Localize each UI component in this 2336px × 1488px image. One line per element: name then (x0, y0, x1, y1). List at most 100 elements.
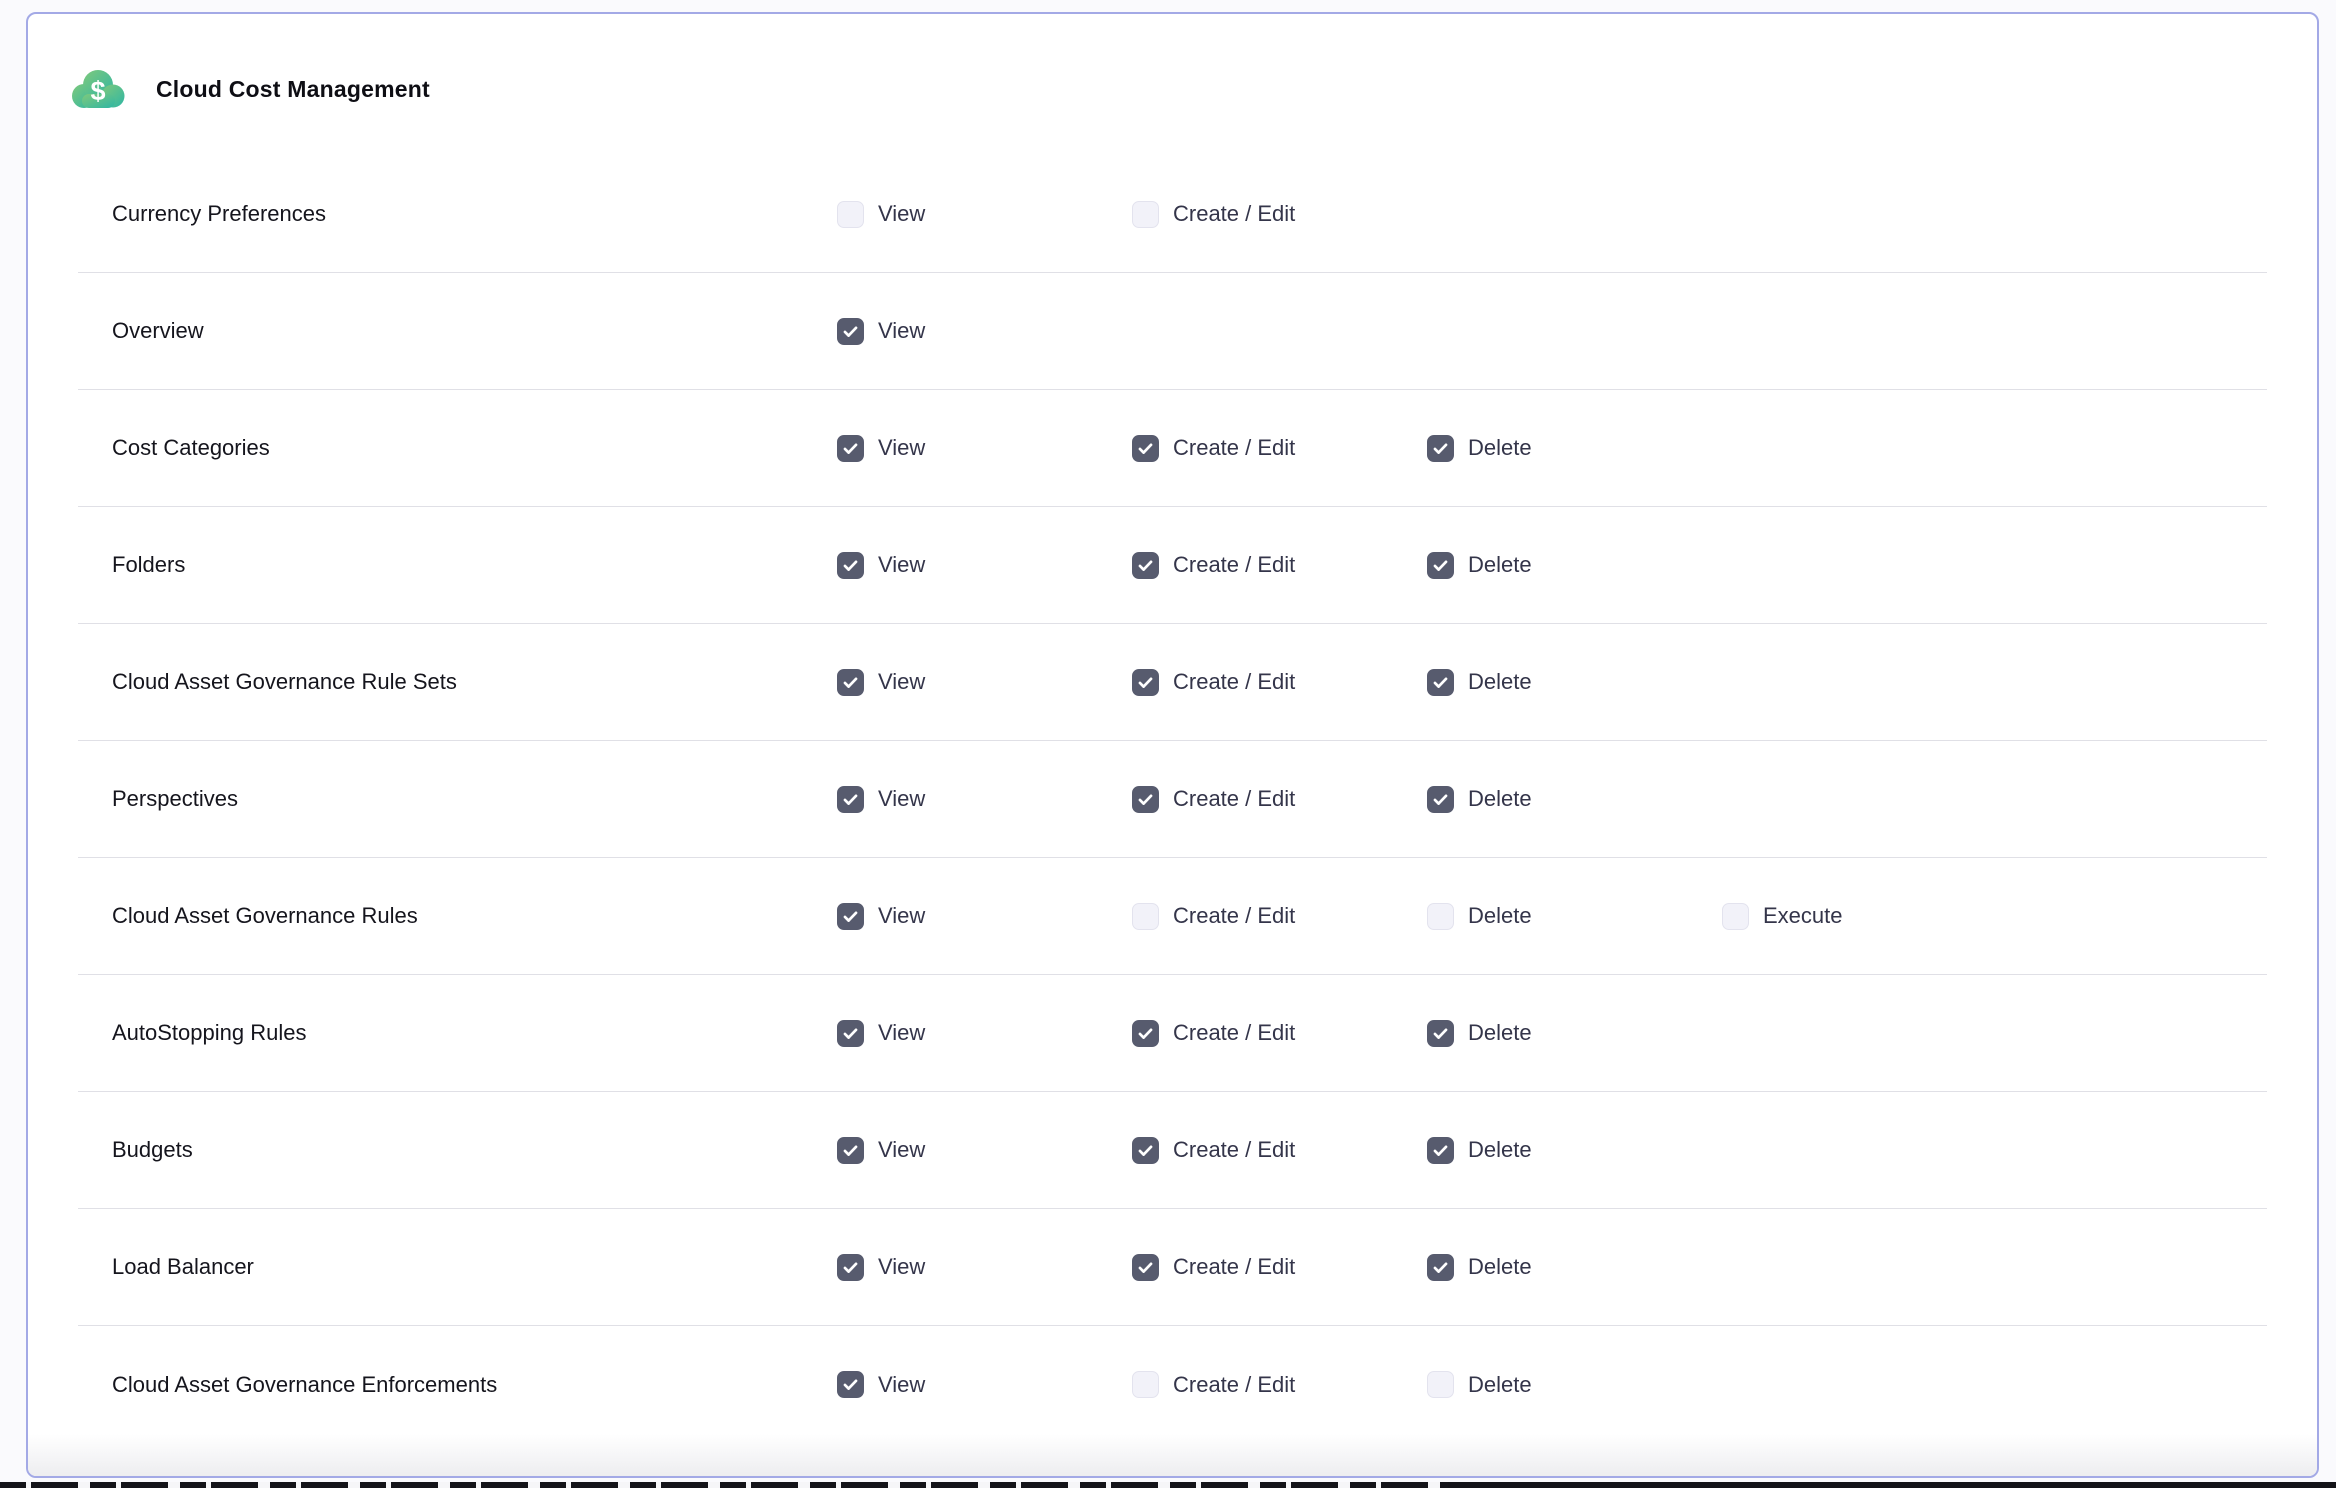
checkbox-unchecked-icon[interactable] (1427, 1371, 1454, 1398)
permission-row-folders: Folders View Create / Edit Delete (78, 507, 2267, 624)
permission-view[interactable]: View (837, 435, 1132, 462)
permission-view[interactable]: View (837, 201, 1132, 228)
permission-row-autostopping-rules: AutoStopping Rules View Create / Edit De… (78, 975, 2267, 1092)
permission-view[interactable]: View (837, 1254, 1132, 1281)
permission-create-edit[interactable]: Create / Edit (1132, 669, 1427, 696)
permission-view[interactable]: View (837, 786, 1132, 813)
checkbox-unchecked-icon[interactable] (837, 201, 864, 228)
permission-label: View (878, 1254, 925, 1280)
checkbox-unchecked-icon[interactable] (1132, 1371, 1159, 1398)
checkbox-checked-icon[interactable] (1132, 669, 1159, 696)
checkbox-checked-icon[interactable] (837, 318, 864, 345)
permission-create-edit[interactable]: Create / Edit (1132, 1137, 1427, 1164)
permission-label: Delete (1468, 1020, 1532, 1046)
checkbox-checked-icon[interactable] (837, 1254, 864, 1281)
permission-create-edit[interactable]: Create / Edit (1132, 903, 1427, 930)
resource-name: Cloud Asset Governance Rule Sets (78, 669, 837, 695)
permission-label: View (878, 786, 925, 812)
permission-row-overview: Overview View (78, 273, 2267, 390)
permission-view[interactable]: View (837, 1137, 1132, 1164)
resource-name: AutoStopping Rules (78, 1020, 837, 1046)
checkbox-unchecked-icon[interactable] (1427, 903, 1454, 930)
permission-create-edit[interactable]: Create / Edit (1132, 1254, 1427, 1281)
clipped-text-sliver (0, 1482, 2336, 1488)
permission-view[interactable]: View (837, 1020, 1132, 1047)
permission-execute[interactable]: Execute (1722, 903, 2017, 930)
checkbox-checked-icon[interactable] (837, 435, 864, 462)
checkbox-checked-icon[interactable] (837, 786, 864, 813)
checkbox-checked-icon[interactable] (1132, 552, 1159, 579)
permission-view[interactable]: View (837, 1371, 1132, 1398)
permission-view[interactable]: View (837, 903, 1132, 930)
permission-view[interactable]: View (837, 669, 1132, 696)
resource-name: Cost Categories (78, 435, 837, 461)
checkbox-checked-icon[interactable] (837, 903, 864, 930)
permission-label: Create / Edit (1173, 1372, 1295, 1398)
checkbox-checked-icon[interactable] (1132, 1254, 1159, 1281)
checkbox-checked-icon[interactable] (1132, 786, 1159, 813)
permission-row-perspectives: Perspectives View Create / Edit Delete (78, 741, 2267, 858)
permission-label: Create / Edit (1173, 1020, 1295, 1046)
permission-row-cloud-asset-governance-rule-sets: Cloud Asset Governance Rule Sets View Cr… (78, 624, 2267, 741)
permission-delete[interactable]: Delete (1427, 1254, 1722, 1281)
permission-view[interactable]: View (837, 318, 1132, 345)
resource-name: Currency Preferences (78, 201, 837, 227)
checkbox-checked-icon[interactable] (837, 669, 864, 696)
permission-label: Execute (1763, 903, 1843, 929)
permission-label: Create / Edit (1173, 786, 1295, 812)
permission-label: View (878, 1137, 925, 1163)
permission-delete[interactable]: Delete (1427, 786, 1722, 813)
checkbox-checked-icon[interactable] (1427, 786, 1454, 813)
permission-create-edit[interactable]: Create / Edit (1132, 786, 1427, 813)
checkbox-checked-icon[interactable] (1132, 1020, 1159, 1047)
clipped-text-fragment (0, 1482, 1448, 1488)
permission-delete[interactable]: Delete (1427, 552, 1722, 579)
checkbox-unchecked-icon[interactable] (1132, 201, 1159, 228)
checkbox-checked-icon[interactable] (1427, 1020, 1454, 1047)
permission-label: Delete (1468, 786, 1532, 812)
checkbox-unchecked-icon[interactable] (1722, 903, 1749, 930)
permission-delete[interactable]: Delete (1427, 435, 1722, 462)
checkbox-unchecked-icon[interactable] (1132, 903, 1159, 930)
resource-name: Overview (78, 318, 837, 344)
checkbox-checked-icon[interactable] (1427, 435, 1454, 462)
checkbox-checked-icon[interactable] (1427, 669, 1454, 696)
permission-label: View (878, 435, 925, 461)
permission-label: Delete (1468, 1137, 1532, 1163)
cloud-dollar-icon: $ (70, 64, 126, 114)
permission-view[interactable]: View (837, 552, 1132, 579)
permission-create-edit[interactable]: Create / Edit (1132, 435, 1427, 462)
permission-create-edit[interactable]: Create / Edit (1132, 552, 1427, 579)
permission-label: Create / Edit (1173, 552, 1295, 578)
checkbox-checked-icon[interactable] (837, 552, 864, 579)
permission-label: View (878, 669, 925, 695)
resource-name: Cloud Asset Governance Rules (78, 903, 837, 929)
checkbox-checked-icon[interactable] (1132, 1137, 1159, 1164)
permission-label: Create / Edit (1173, 1254, 1295, 1280)
permission-delete[interactable]: Delete (1427, 1020, 1722, 1047)
permission-delete[interactable]: Delete (1427, 1137, 1722, 1164)
permission-label: Create / Edit (1173, 201, 1295, 227)
permission-delete[interactable]: Delete (1427, 903, 1722, 930)
checkbox-checked-icon[interactable] (1427, 1137, 1454, 1164)
permission-label: View (878, 552, 925, 578)
permission-create-edit[interactable]: Create / Edit (1132, 201, 1427, 228)
checkbox-checked-icon[interactable] (837, 1137, 864, 1164)
permission-create-edit[interactable]: Create / Edit (1132, 1020, 1427, 1047)
permission-label: View (878, 318, 925, 344)
permission-row-cost-categories: Cost Categories View Create / Edit Delet… (78, 390, 2267, 507)
permission-delete[interactable]: Delete (1427, 669, 1722, 696)
permission-label: Delete (1468, 903, 1532, 929)
permission-create-edit[interactable]: Create / Edit (1132, 1371, 1427, 1398)
permission-label: Delete (1468, 669, 1532, 695)
permission-label: View (878, 201, 925, 227)
permission-label: Delete (1468, 1372, 1532, 1398)
checkbox-checked-icon[interactable] (1427, 1254, 1454, 1281)
resource-name: Cloud Asset Governance Enforcements (78, 1372, 837, 1398)
permission-delete[interactable]: Delete (1427, 1371, 1722, 1398)
checkbox-checked-icon[interactable] (1132, 435, 1159, 462)
permission-row-budgets: Budgets View Create / Edit Delete (78, 1092, 2267, 1209)
checkbox-checked-icon[interactable] (837, 1371, 864, 1398)
checkbox-checked-icon[interactable] (837, 1020, 864, 1047)
checkbox-checked-icon[interactable] (1427, 552, 1454, 579)
